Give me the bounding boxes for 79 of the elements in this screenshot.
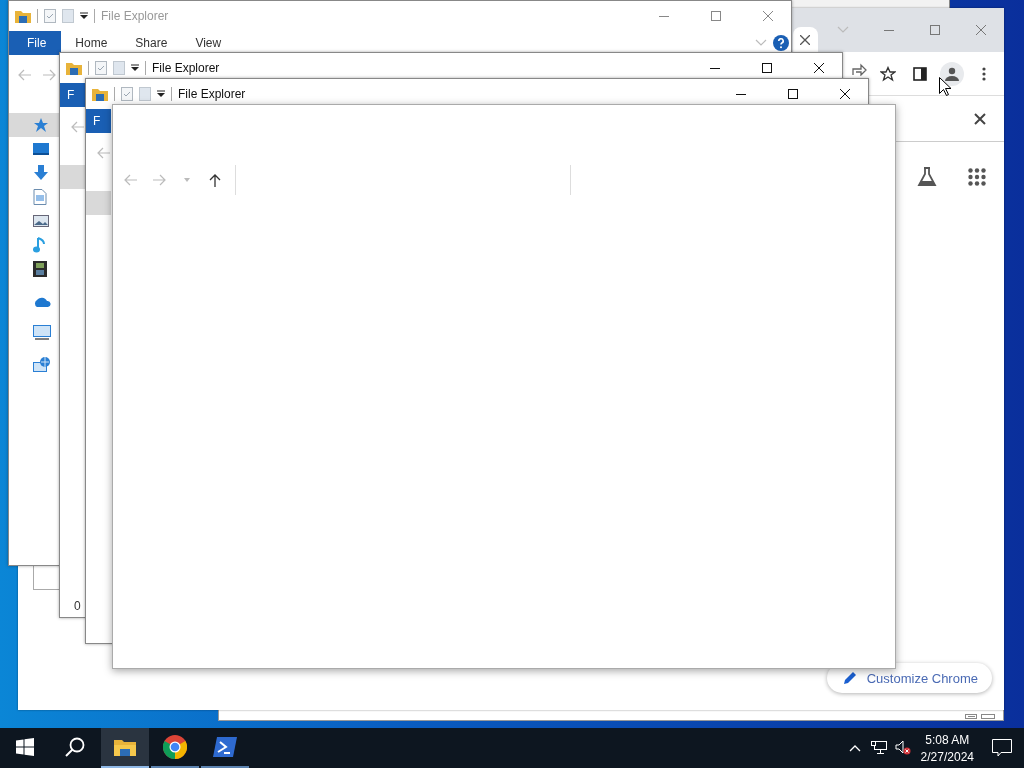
close-icon (763, 11, 773, 21)
music-note-icon (33, 237, 47, 253)
network-icon (33, 357, 51, 373)
forward-arrow-icon (152, 174, 166, 186)
back-button[interactable] (70, 119, 86, 135)
computer-icon (33, 325, 51, 341)
close-icon[interactable] (800, 34, 810, 45)
back-arrow-icon (124, 174, 138, 186)
cloud-icon (33, 295, 51, 307)
menu-icon (982, 66, 986, 81)
status-text: 0 (74, 599, 81, 613)
folder-icon[interactable] (66, 61, 82, 75)
folder-icon[interactable] (92, 87, 108, 101)
chevron-up-icon (848, 744, 861, 752)
search-icon (65, 737, 85, 757)
close-icon (814, 63, 824, 73)
side-panel-icon (913, 66, 927, 81)
file-explorer-button[interactable] (101, 728, 149, 768)
dropdown-icon[interactable] (157, 90, 165, 98)
tiles-view-icon[interactable] (981, 714, 995, 719)
back-arrow-icon (71, 121, 85, 133)
picture-icon (33, 215, 49, 227)
dropdown-icon[interactable] (131, 64, 139, 72)
cursor-icon (939, 77, 951, 96)
up-button[interactable] (207, 172, 223, 188)
pencil-icon (842, 671, 857, 685)
back-arrow-icon (97, 147, 111, 159)
ribbon-tab[interactable]: Share (121, 31, 182, 55)
clock-date: 2/27/2024 (920, 749, 974, 764)
up-arrow-icon (209, 173, 221, 187)
profile-button[interactable] (940, 61, 964, 86)
star-icon (33, 117, 49, 133)
maximize-icon (762, 63, 772, 73)
clock[interactable]: 5:08 AM 2/27/2024 (914, 728, 980, 768)
back-arrow-icon (18, 69, 32, 81)
network-icon (870, 741, 887, 755)
document-icon (33, 189, 47, 205)
window-title: File Explorer (152, 61, 220, 75)
apps-grid-icon (968, 168, 986, 186)
customize-chrome-button[interactable]: Customize Chrome (826, 663, 992, 693)
chrome-logo-icon (163, 735, 187, 759)
details-view-icon[interactable] (965, 714, 977, 719)
ribbon-tab[interactable]: Home (61, 31, 122, 55)
film-icon (33, 261, 47, 277)
terminal-prompt-icon (213, 737, 237, 757)
person-icon (945, 66, 959, 81)
file-menu-button[interactable]: F (86, 109, 111, 133)
clock-time: 5:08 AM (925, 732, 970, 747)
chevron-icon (837, 26, 849, 34)
download-icon (33, 165, 49, 181)
share-button[interactable] (850, 61, 868, 76)
folder-icon[interactable] (15, 9, 31, 23)
caret-icon (184, 178, 190, 182)
help-icon[interactable] (773, 35, 789, 51)
folder-icon (114, 738, 136, 756)
properties-icon[interactable] (44, 9, 56, 23)
window-title: File Explorer (178, 87, 246, 101)
flask-icon (917, 167, 937, 187)
maximize-icon (711, 11, 721, 21)
file-menu-button[interactable]: F (60, 83, 85, 107)
desktop-icon (33, 142, 49, 156)
maximize-icon (930, 25, 940, 35)
speech-bubble-icon (992, 739, 1012, 757)
close-icon (974, 112, 986, 125)
share-icon (851, 61, 867, 76)
forward-arrow-icon (42, 69, 56, 81)
star-icon (880, 65, 896, 82)
window-title: File Explorer (101, 9, 169, 23)
browser-tab[interactable] (793, 27, 818, 52)
close-icon (976, 25, 986, 35)
dropdown-icon[interactable] (80, 12, 88, 20)
properties-icon[interactable] (95, 61, 107, 75)
windows-logo-icon (16, 738, 34, 756)
ribbon-tab[interactable]: View (181, 31, 236, 55)
close-icon (840, 89, 850, 99)
properties-icon[interactable] (121, 87, 133, 101)
speaker-muted-icon (894, 740, 911, 756)
file-menu-button[interactable]: File (9, 31, 62, 55)
maximize-icon (788, 89, 798, 99)
